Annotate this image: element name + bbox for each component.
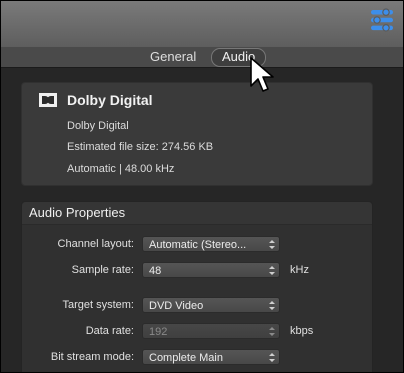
bit-stream-mode-value: Complete Main <box>149 352 223 364</box>
tab-bar: General Audio <box>1 47 403 68</box>
summary-title: Dolby Digital <box>67 92 153 108</box>
channel-layout-value: Automatic (Stereo... <box>149 239 247 251</box>
toolbar <box>1 1 403 48</box>
inspector-sliders-icon[interactable] <box>369 7 395 33</box>
summary-file-size: Estimated file size: 274.56 KB <box>67 141 214 153</box>
audio-properties-title: Audio Properties <box>29 205 126 220</box>
channel-layout-label: Channel layout: <box>57 238 134 250</box>
popup-arrows-icon <box>269 240 275 249</box>
audio-properties-panel: Audio Properties Channel layout: Automat… <box>21 201 373 372</box>
data-rate-value: 192 <box>149 326 168 338</box>
data-rate-select[interactable]: 192 <box>142 323 280 339</box>
sample-rate-value: 48 <box>149 265 162 277</box>
tab-general[interactable]: General <box>140 48 206 65</box>
target-system-select[interactable]: DVD Video <box>142 297 280 313</box>
data-rate-unit: kbps <box>290 325 314 337</box>
popup-arrows-icon <box>269 301 275 310</box>
sample-rate-label: Sample rate: <box>71 264 134 276</box>
popup-arrows-icon <box>269 327 275 336</box>
popup-arrows-icon <box>269 266 275 275</box>
dolby-digital-icon <box>39 93 57 107</box>
bit-stream-mode-select[interactable]: Complete Main <box>142 349 280 365</box>
audio-properties-header: Audio Properties <box>22 202 372 225</box>
summary-format: Dolby Digital <box>67 120 129 132</box>
target-system-value: DVD Video <box>149 300 204 312</box>
mouse-pointer-icon <box>250 57 276 95</box>
summary-rate-info: Automatic | 48.00 kHz <box>67 163 175 175</box>
bit-stream-mode-label: Bit stream mode: <box>50 351 134 363</box>
data-rate-label: Data rate: <box>85 325 134 337</box>
sample-rate-unit: kHz <box>290 264 309 276</box>
target-system-label: Target system: <box>62 299 134 311</box>
channel-layout-select[interactable]: Automatic (Stereo... <box>142 236 280 252</box>
popup-arrows-icon <box>269 353 275 362</box>
sample-rate-select[interactable]: 48 <box>142 262 280 278</box>
inspector-content: Dolby Digital Dolby Digital Estimated fi… <box>1 68 403 372</box>
summary-card: Dolby Digital Dolby Digital Estimated fi… <box>21 82 373 186</box>
share-settings-window: General Audio Dolby Digital Dolby Digita… <box>0 0 404 373</box>
